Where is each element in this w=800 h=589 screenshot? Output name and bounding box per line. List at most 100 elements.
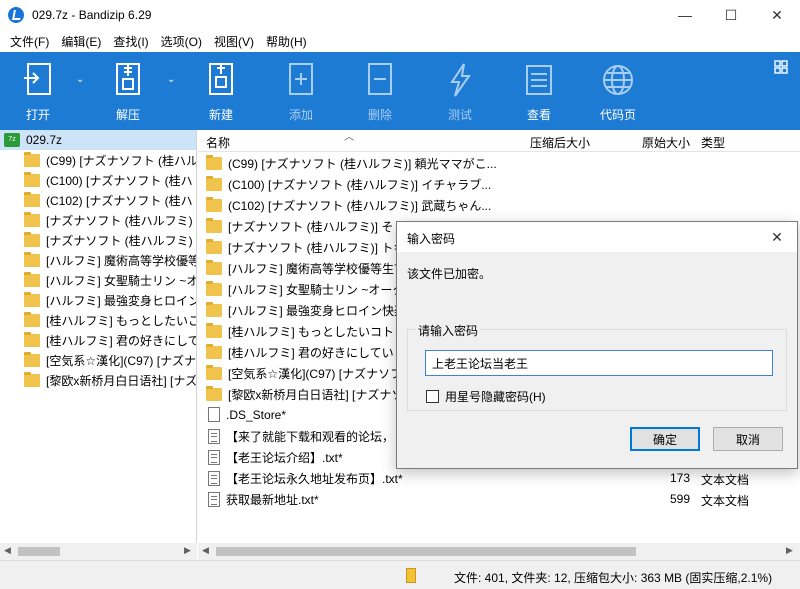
delete-file-icon [360, 60, 400, 100]
ok-button[interactable]: 确定 [630, 427, 700, 451]
scrollbar-thumb[interactable] [18, 547, 60, 556]
folder-icon [206, 281, 222, 296]
menu-edit[interactable]: 编辑(E) [55, 33, 107, 50]
column-compressed-header[interactable]: 压缩后大小 [530, 134, 590, 151]
folder-icon [24, 231, 40, 247]
dialog-close-button[interactable]: ✕ [757, 222, 797, 252]
open-dropdown-arrow-icon[interactable]: ⌄ [76, 74, 84, 85]
table-row[interactable]: (C102) [ナズナソフト (桂ハルフミ)] 武蔵ちゃん... [198, 194, 800, 215]
dialog-title-bar: 输入密码 ✕ [397, 222, 797, 252]
menu-find[interactable]: 查找(I) [107, 33, 154, 50]
tree-item[interactable]: [桂ハルフミ] 君の好きにして [0, 330, 196, 350]
table-row[interactable]: (C100) [ナズナソフト (桂ハルフミ)] イチャラブ... [198, 173, 800, 194]
row-name-cell: (C100) [ナズナソフト (桂ハルフミ)] イチャラブ... [206, 176, 491, 193]
tree-item-label: [ナズナソフト (桂ハルフミ) [46, 233, 193, 248]
folder-icon [206, 197, 222, 212]
hide-password-checkbox-row[interactable]: 用星号隐藏密码(H) [426, 388, 546, 405]
folder-icon [206, 260, 222, 275]
tree-item[interactable]: [ナズナソフト (桂ハルフミ) [0, 230, 196, 250]
list-header: ︿ 名称 压缩后大小 原始大小 类型 [198, 130, 800, 152]
minimize-button[interactable]: — [662, 0, 708, 30]
open-button[interactable]: 打开 [14, 52, 62, 130]
hide-password-checkbox[interactable] [426, 390, 439, 403]
extract-button[interactable]: 解压 [104, 52, 152, 130]
layout-grid-icon[interactable] [774, 60, 788, 74]
row-name-cell: [ハルフミ] 女聖騎士リン ~オーク [206, 281, 404, 298]
open-icon [18, 60, 58, 100]
tree-item[interactable]: [ハルフミ] 女聖騎士リン ~オ [0, 270, 196, 290]
tree-horizontal-scrollbar[interactable]: ◀ ▶ [0, 543, 197, 560]
folder-icon [24, 271, 40, 287]
row-name-label: [黎欧x新桥月白日语社] [ナズナソ [228, 388, 404, 402]
row-original-size: 599 [669, 492, 690, 506]
row-name-label: [空気系☆漢化](C97) [ナズナソフ [228, 367, 403, 381]
codepage-button[interactable]: 代码页 [594, 52, 642, 130]
table-row[interactable]: 获取最新地址.txt* 599 文本文档 [198, 488, 800, 509]
scroll-left-arrow-icon[interactable]: ◀ [4, 545, 11, 556]
folder-icon [206, 386, 222, 401]
text-document-icon [208, 450, 220, 465]
row-name-label: 【来了就能下载和观看的论坛， [226, 430, 395, 444]
bandizip-app-icon [8, 7, 24, 23]
folder-icon [24, 351, 40, 367]
row-name-label: [ハルフミ] 最強変身ヒロイン快楽 [228, 304, 407, 318]
folder-icon [206, 218, 222, 233]
folder-icon [24, 331, 40, 347]
new-button[interactable]: 新建 [197, 52, 245, 130]
folder-icon [24, 371, 40, 387]
table-row[interactable]: 【老王论坛永久地址发布页】.txt* 173 文本文档 [198, 467, 800, 488]
tree-item[interactable]: (C102) [ナズナソフト (桂ハ [0, 190, 196, 210]
text-document-icon [208, 471, 220, 486]
row-name-cell: [黎欧x新桥月白日语社] [ナズナソ [206, 386, 403, 403]
row-name-label: .DS_Store* [226, 407, 287, 422]
folder-icon [24, 311, 40, 327]
tree-item[interactable]: [黎欧x新桥月白日语社] [ナズ [0, 370, 196, 390]
menu-view[interactable]: 视图(V) [208, 33, 260, 50]
scroll-left-arrow-icon[interactable]: ◀ [202, 545, 209, 556]
row-name-label: [桂ハルフミ] 君の好きにしてい [228, 346, 394, 360]
list-horizontal-scrollbar[interactable]: ◀ ▶ [198, 543, 800, 560]
column-type-header[interactable]: 类型 [701, 134, 725, 151]
add-button[interactable]: 添加 [277, 52, 325, 130]
hide-password-label[interactable]: 用星号隐藏密码(H) [445, 388, 546, 405]
dialog-title: 输入密码 [407, 232, 456, 246]
table-row[interactable]: (C99) [ナズナソフト (桂ハルフミ)] 頼光ママがこ... [198, 152, 800, 173]
row-type: 文本文档 [701, 494, 750, 508]
column-original-header[interactable]: 原始大小 [642, 134, 690, 151]
tree-item[interactable]: (C100) [ナズナソフト (桂ハ [0, 170, 196, 190]
cancel-button[interactable]: 取消 [713, 427, 783, 451]
menu-file[interactable]: 文件(F) [4, 33, 55, 50]
archive-7z-icon: 7z [4, 133, 20, 147]
extract-dropdown-arrow-icon[interactable]: ⌄ [167, 74, 175, 85]
tree-item[interactable]: [ナズナソフト (桂ハルフミ) [0, 210, 196, 230]
menu-options[interactable]: 选项(O) [155, 33, 208, 50]
scroll-right-arrow-icon[interactable]: ▶ [184, 545, 191, 556]
tree-item-label: (C102) [ナズナソフト (桂ハ [46, 193, 193, 208]
toolbar: 打开 ⌄ 解压 ⌄ 新建 添加 删除 测试 查看 代码页 [0, 52, 800, 130]
text-document-icon [208, 429, 220, 444]
column-name-header[interactable]: 名称 [206, 134, 230, 151]
folder-icon [206, 344, 222, 359]
tree-item[interactable]: [ハルフミ] 魔術高等学校優等 [0, 250, 196, 270]
tree-item[interactable]: (C99) [ナズナソフト (桂ハル [0, 150, 196, 170]
folder-tree: 7z 029.7z (C99) [ナズナソフト (桂ハル (C100) [ナズナ… [0, 130, 197, 543]
tree-item[interactable]: [空気系☆漢化](C97) [ナズナ [0, 350, 196, 370]
scroll-right-arrow-icon[interactable]: ▶ [786, 545, 793, 556]
close-window-button[interactable]: ✕ [754, 0, 800, 30]
tree-item[interactable]: [桂ハルフミ] もっとしたいこ [0, 310, 196, 330]
delete-button[interactable]: 删除 [356, 52, 404, 130]
archive-status-icon [406, 568, 416, 583]
row-name-label: 【老王论坛永久地址发布页】.txt* [226, 472, 403, 486]
password-input[interactable] [425, 350, 773, 376]
test-button[interactable]: 测试 [436, 52, 484, 130]
tree-item-label: [ハルフミ] 女聖騎士リン ~オ [46, 273, 197, 288]
tree-root-item[interactable]: 7z 029.7z [0, 130, 196, 150]
view-button[interactable]: 查看 [515, 52, 563, 130]
maximize-button[interactable]: ☐ [708, 0, 754, 30]
menu-help[interactable]: 帮助(H) [260, 33, 313, 50]
row-name-label: 【老王论坛介绍】.txt* [226, 451, 343, 465]
scrollbar-thumb[interactable] [216, 547, 636, 556]
tree-item[interactable]: [ハルフミ] 最強変身ヒロイン [0, 290, 196, 310]
row-name-label: [桂ハルフミ] もっとしたいコト ( [228, 325, 402, 339]
folder-icon [206, 176, 222, 191]
